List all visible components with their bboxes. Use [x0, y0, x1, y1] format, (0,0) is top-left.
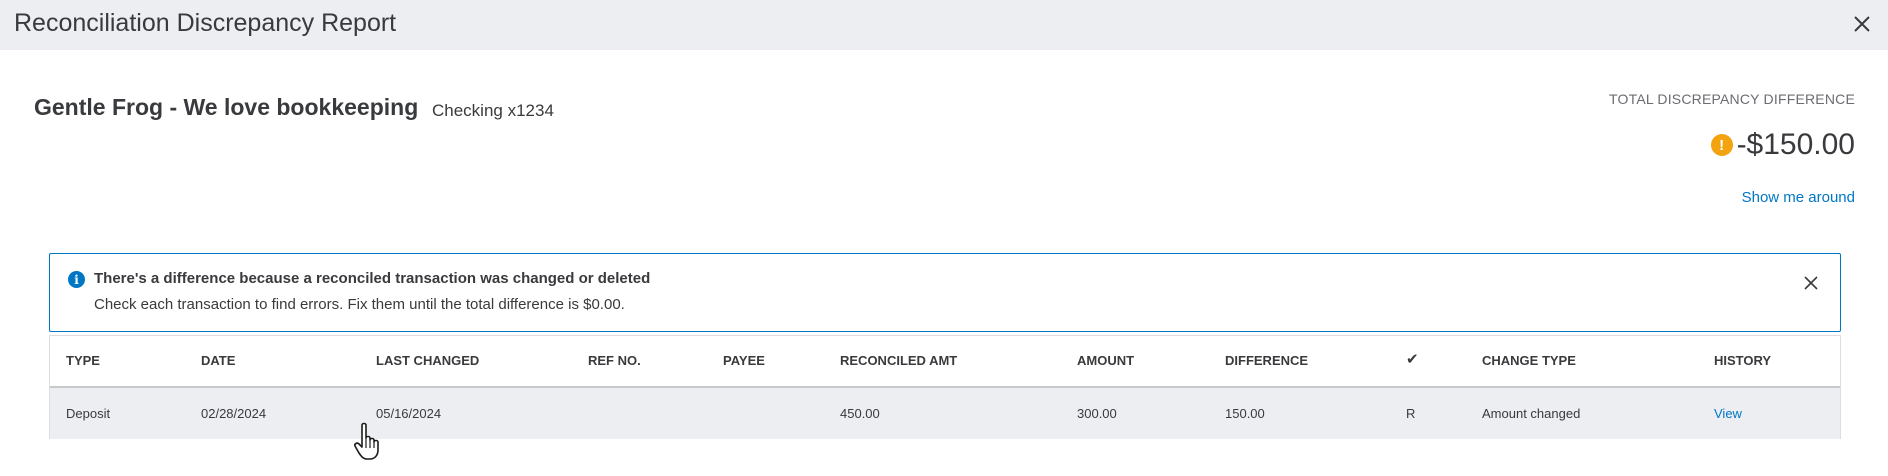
- banner-text: Check each transaction to find errors. F…: [94, 296, 625, 313]
- total-discrepancy-label: TOTAL DISCREPANCY DIFFERENCE: [1609, 91, 1855, 107]
- column-header-reconciled-amt[interactable]: RECONCILED AMT: [840, 353, 957, 368]
- table-header: TYPE DATE LAST CHANGED REF NO. PAYEE REC…: [50, 336, 1840, 388]
- dialog-titlebar: Reconciliation Discrepancy Report: [0, 0, 1888, 50]
- column-header-ref-no[interactable]: REF NO.: [588, 353, 641, 368]
- history-view-link[interactable]: View: [1714, 406, 1742, 421]
- show-me-around-link[interactable]: Show me around: [1742, 189, 1855, 206]
- cell-amount: 300.00: [1077, 406, 1117, 421]
- cell-change-type: Amount changed: [1482, 406, 1581, 421]
- cell-type: Deposit: [66, 406, 111, 421]
- cell-reconcile-status: R: [1406, 406, 1416, 421]
- column-header-last-changed[interactable]: LAST CHANGED: [376, 353, 479, 368]
- dialog-title: Reconciliation Discrepancy Report: [14, 9, 397, 37]
- cell-date: 02/28/2024: [201, 406, 267, 421]
- column-header-type[interactable]: TYPE: [66, 353, 100, 368]
- banner-close-icon[interactable]: [1802, 274, 1820, 292]
- column-header-amount[interactable]: AMOUNT: [1077, 353, 1134, 368]
- table-row[interactable]: Deposit 02/28/2024 05/16/2024 450.00 300…: [50, 388, 1840, 439]
- cell-difference: 150.00: [1225, 406, 1265, 421]
- column-header-payee[interactable]: PAYEE: [723, 353, 765, 368]
- total-discrepancy-amount: -$150.00: [1736, 128, 1855, 161]
- banner-title: There's a difference because a reconcile…: [94, 270, 651, 287]
- column-header-difference[interactable]: DIFFERENCE: [1225, 353, 1308, 368]
- column-header-change-type[interactable]: CHANGE TYPE: [1482, 353, 1576, 368]
- account-name: Checking x1234: [432, 101, 554, 120]
- column-header-history[interactable]: HISTORY: [1714, 353, 1771, 368]
- cell-last-changed: 05/16/2024: [376, 406, 442, 421]
- discrepancy-table: TYPE DATE LAST CHANGED REF NO. PAYEE REC…: [49, 335, 1841, 439]
- hand-cursor-icon: [354, 422, 379, 460]
- total-discrepancy: ! -$150.00: [1710, 128, 1855, 162]
- warning-icon: !: [1710, 134, 1733, 156]
- company-name: Gentle Frog - We love bookkeeping: [34, 94, 419, 120]
- info-icon: i: [68, 271, 85, 288]
- column-header-check-icon[interactable]: ✔: [1406, 350, 1419, 368]
- cell-reconciled-amt: 450.00: [840, 406, 880, 421]
- column-header-date[interactable]: DATE: [201, 353, 235, 368]
- close-icon[interactable]: [1850, 12, 1874, 36]
- info-banner: i There's a difference because a reconci…: [49, 253, 1841, 332]
